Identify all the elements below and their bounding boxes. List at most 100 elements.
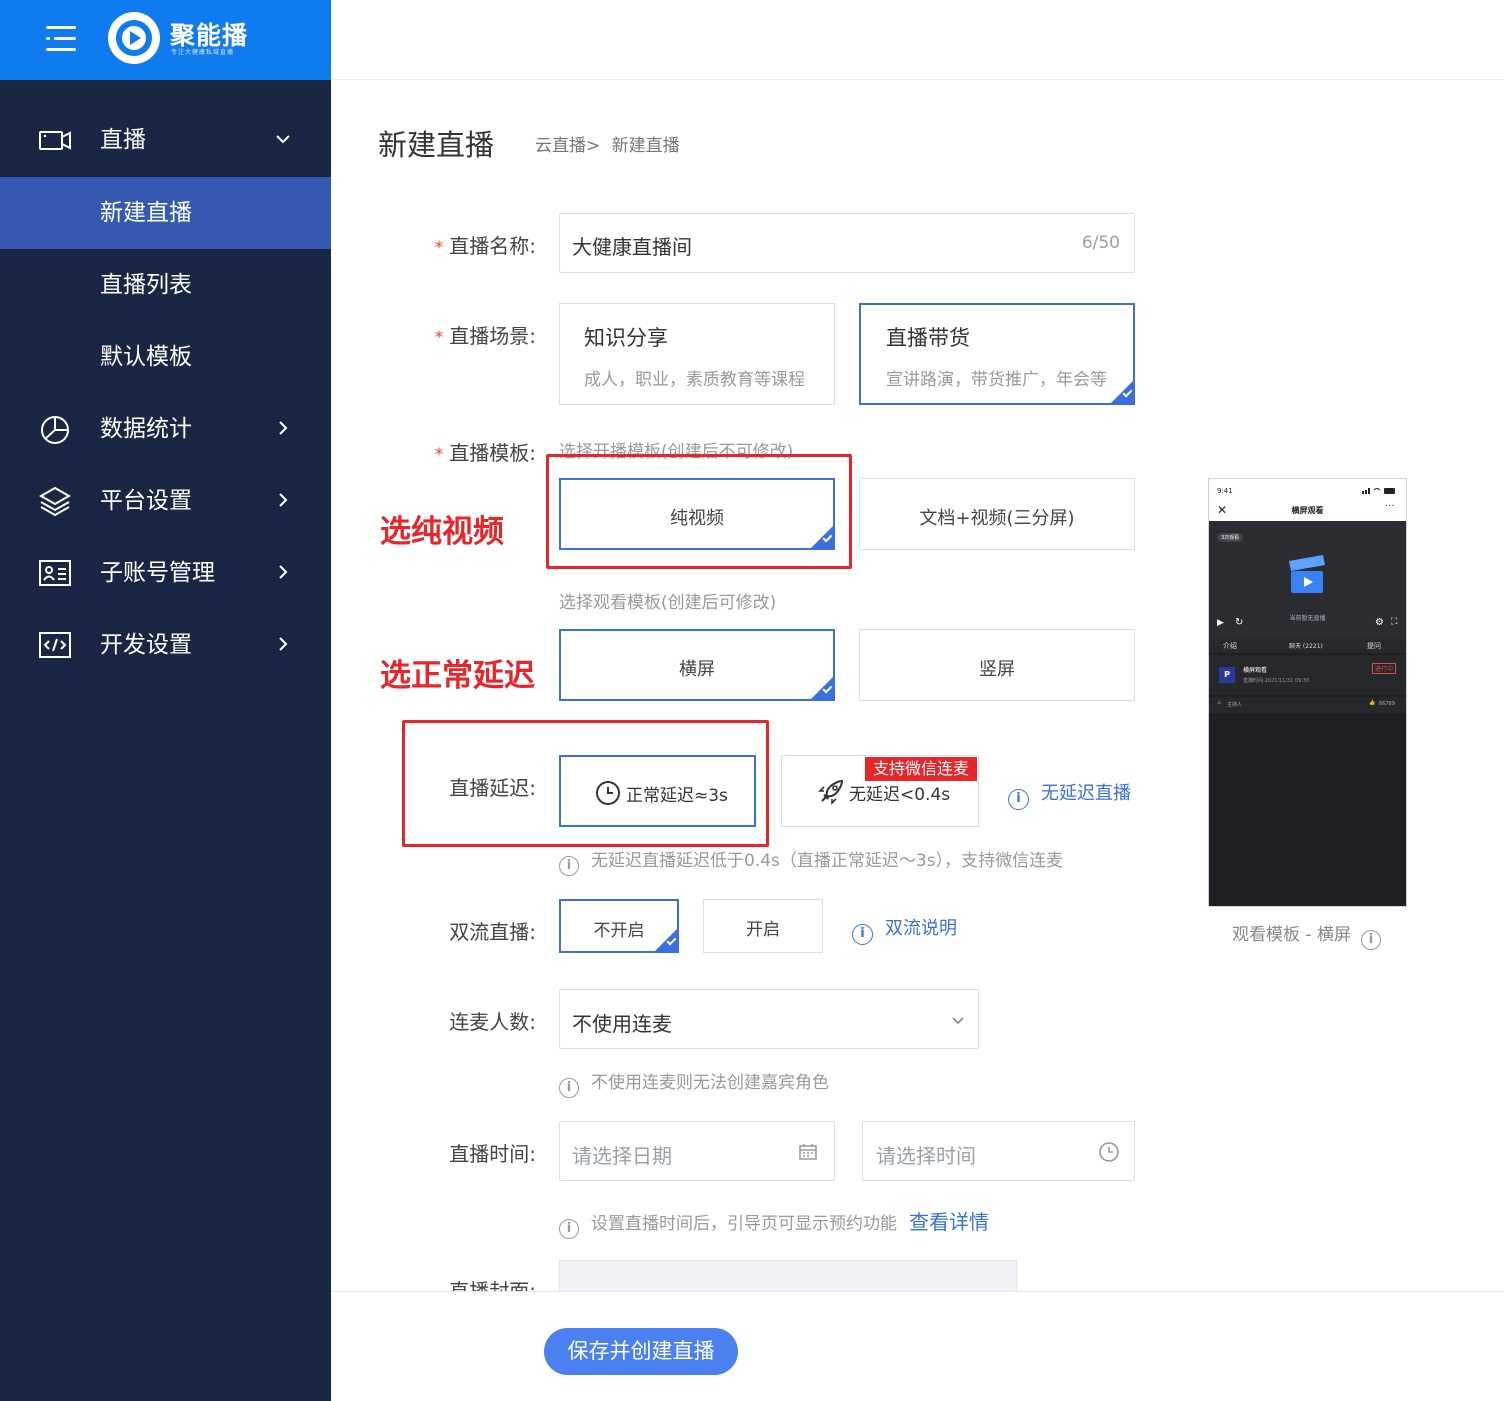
scene-option-sales[interactable]: 直播带货 宣讲路演，带货推广，年会等 xyxy=(859,303,1135,405)
sidebar-item-statistics[interactable]: 数据统计 xyxy=(0,393,331,465)
delay-option-normal[interactable]: 正常延迟≈3s xyxy=(559,755,756,827)
scene-option-title: 知识分享 xyxy=(584,326,668,350)
sidebar-subitem-live-list[interactable]: 直播列表 xyxy=(0,249,331,321)
breadcrumb-separator: > xyxy=(586,136,601,156)
watch-template-preview: 9:41 ✕ 横屏观看 ··· 3次观看 当前暂无直播 ▶ ↻ ⚙ ⛶ 介绍 聊… xyxy=(1208,478,1407,907)
mic-label: 连麦人数: xyxy=(449,1010,536,1034)
breadcrumb-item: 新建直播 xyxy=(611,136,680,156)
chevron-down-icon xyxy=(276,135,290,144)
view-details-link[interactable]: 查看详情 xyxy=(909,1210,989,1234)
watch-option-label: 竖屏 xyxy=(979,659,1015,680)
delay-hint: i 无延迟直播延迟低于0.4s（直播正常延迟～3s），支持微信连麦 xyxy=(559,846,1063,876)
scene-option-title: 直播带货 xyxy=(886,326,970,350)
time-placeholder: 请选择时间 xyxy=(876,1144,976,1168)
wechat-mic-badge: 支持微信连麦 xyxy=(865,757,978,781)
sidebar-subitem-label: 默认模板 xyxy=(100,344,192,370)
host-label: 主持人 xyxy=(1227,702,1243,708)
chevron-right-icon xyxy=(279,565,288,579)
date-placeholder: 请选择日期 xyxy=(572,1144,672,1168)
time-picker-input[interactable]: 请选择时间 xyxy=(862,1121,1135,1181)
room-time: 直播时间 2021/11/31 09:30 xyxy=(1243,678,1310,684)
id-card-icon xyxy=(39,560,71,586)
template-label: * 直播模板: xyxy=(434,441,536,465)
dual-option-label: 开启 xyxy=(746,920,780,940)
mic-hint: i 不使用连麦则无法创建嘉宾角色 xyxy=(559,1068,829,1098)
phone-tab: 提问 xyxy=(1367,642,1381,650)
breadcrumb-item[interactable]: 云直播 xyxy=(535,131,586,156)
sidebar-item-label: 开发设置 xyxy=(100,632,192,658)
video-camera-icon xyxy=(39,131,71,150)
sidebar-item-label: 数据统计 xyxy=(100,416,192,442)
delay-option-label: 无延迟<0.4s xyxy=(849,785,951,805)
template-option-doc-video[interactable]: 文档+视频(三分屏) xyxy=(859,478,1135,550)
sidebar-item-live[interactable]: 直播 xyxy=(0,104,331,176)
check-icon xyxy=(1110,380,1134,404)
brand-slogan: 专注大健康私域直播 xyxy=(171,49,235,56)
top-bar xyxy=(331,0,1504,80)
bottom-action-bar xyxy=(331,1291,1504,1401)
watch-option-landscape[interactable]: 横屏 xyxy=(559,629,835,701)
user-icon: ♙ xyxy=(1217,700,1222,706)
watch-template-hint: 选择观看模板(创建后可修改) xyxy=(559,593,777,613)
signal-battery-icon xyxy=(1362,488,1395,494)
play-icon: ▶ xyxy=(1217,618,1224,628)
menu-toggle-icon[interactable] xyxy=(46,26,76,52)
zero-delay-link[interactable]: i 无延迟直播 xyxy=(1008,779,1131,810)
sidebar-item-label: 子账号管理 xyxy=(100,560,215,586)
info-icon: i xyxy=(559,1078,579,1098)
layers-icon xyxy=(38,486,72,517)
viewer-count-badge: 3次观看 xyxy=(1217,533,1244,542)
rocket-icon xyxy=(818,779,844,805)
fullscreen-icon: ⛶ xyxy=(1391,617,1398,627)
sidebar-item-platform-settings[interactable]: 平台设置 xyxy=(0,465,331,537)
dual-option-off[interactable]: 不开启 xyxy=(559,899,679,953)
chevron-down-icon xyxy=(952,1017,964,1025)
phone-status-bar: 9:41 ✕ 横屏观看 ··· xyxy=(1209,479,1406,521)
chevron-right-icon xyxy=(279,493,288,507)
dual-option-on[interactable]: 开启 xyxy=(703,899,823,953)
phone-tab: 聊天 (2221) xyxy=(1289,643,1323,650)
clapperboard-icon xyxy=(1289,555,1325,593)
chevron-right-icon xyxy=(279,421,288,435)
dual-stream-help-link[interactable]: i 双流说明 xyxy=(852,914,957,945)
page-title: 新建直播 xyxy=(378,128,495,162)
live-name-value: 大健康直播间 xyxy=(572,235,692,259)
sidebar-subitem-default-template[interactable]: 默认模板 xyxy=(0,321,331,393)
save-create-live-button[interactable]: 保存并创建直播 xyxy=(544,1328,738,1375)
scene-option-desc: 成人，职业，素质教育等课程 xyxy=(584,370,805,390)
sidebar-item-sub-accounts[interactable]: 子账号管理 xyxy=(0,537,331,609)
annotation-pick-video: 选纯视频 xyxy=(380,514,504,550)
watch-option-portrait[interactable]: 竖屏 xyxy=(859,629,1135,701)
info-icon: i xyxy=(852,924,873,945)
brand-logo-icon xyxy=(108,12,160,64)
sidebar-subitem-label: 直播列表 xyxy=(100,272,192,298)
char-counter: 6/50 xyxy=(1081,233,1120,253)
clock-icon xyxy=(1099,1142,1119,1162)
sidebar: 聚能播 专注大健康私域直播 直播 新建直播 直播列表 默认模板 数据统计 平台设… xyxy=(0,0,331,1401)
mic-count-value: 不使用连麦 xyxy=(572,1012,672,1036)
scene-option-desc: 宣讲路演，带货推广，年会等 xyxy=(886,370,1107,390)
cover-upload-area[interactable] xyxy=(559,1260,1017,1291)
mic-count-select[interactable]: 不使用连麦 xyxy=(559,989,979,1049)
breadcrumb: 云直播> 新建直播 xyxy=(535,131,680,156)
info-icon: i xyxy=(559,1219,579,1239)
sidebar-subitem-new-live[interactable]: 新建直播 xyxy=(0,177,331,249)
info-icon[interactable]: i xyxy=(1360,930,1381,950)
date-picker-input[interactable]: 请选择日期 xyxy=(559,1121,835,1181)
settings-icon: ⚙ xyxy=(1375,617,1384,628)
cover-label: 直播封面: xyxy=(449,1279,536,1291)
phone-room-info: P 横屏观看 直播时间 2021/11/31 09:30 进行中 xyxy=(1209,655,1406,695)
scene-option-knowledge[interactable]: 知识分享 成人，职业，素质教育等课程 xyxy=(559,303,835,405)
more-icon: ··· xyxy=(1385,501,1395,512)
sidebar-item-label: 直播 xyxy=(100,127,146,153)
phone-tabs: 介绍 聊天 (2221) 提问 xyxy=(1209,639,1406,653)
room-name: 横屏观看 xyxy=(1243,667,1268,674)
check-icon xyxy=(810,676,834,700)
phone-host-bar: ♙ 主持人 👍 66789 xyxy=(1209,697,1406,713)
annotation-box-video xyxy=(546,454,852,569)
sidebar-item-label: 平台设置 xyxy=(100,488,192,514)
live-name-input[interactable]: 大健康直播间 6/50 xyxy=(559,213,1135,273)
code-icon xyxy=(39,632,71,658)
sidebar-item-dev-settings[interactable]: 开发设置 xyxy=(0,609,331,681)
phone-tab: 介绍 xyxy=(1223,642,1237,650)
